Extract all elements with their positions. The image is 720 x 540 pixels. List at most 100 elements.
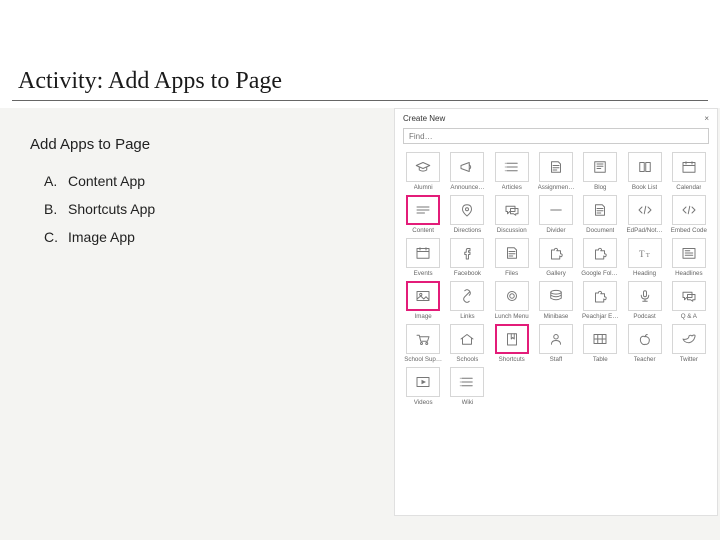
tile-label: Google Folder [581,270,619,277]
tile-label: Assignmen… [538,184,575,191]
tile-divider[interactable]: Divider [536,195,576,234]
code-icon [628,195,662,225]
tile-label: Image [415,313,432,320]
svg-text:T: T [639,249,645,259]
calendar-icon [406,238,440,268]
tile-embedcode[interactable]: Embed Code [669,195,709,234]
puzzle-icon [583,281,617,311]
tile-edpad[interactable]: EdPad/Not… [624,195,664,234]
person-icon [539,324,573,354]
tile-label: Blog [594,184,606,191]
tile-teacher[interactable]: Teacher [624,324,664,363]
tile-events[interactable]: Events [403,238,443,277]
tile-announce[interactable]: Announce… [447,152,487,191]
tile-label: Calendar [676,184,701,191]
activity-list-item: A.Content App [30,167,360,195]
chat-icon [495,195,529,225]
tile-label: Gallery [546,270,566,277]
tile-qa[interactable]: Q & A [669,281,709,320]
tile-shortcuts[interactable]: Shortcuts [492,324,532,363]
tile-videos[interactable]: Videos [403,367,443,406]
left-column: Add Apps to Page A.Content AppB.Shortcut… [30,136,360,251]
list-letter: A. [44,167,68,195]
tile-label: Schools [456,356,478,363]
tile-label: Files [505,270,518,277]
tile-articles[interactable]: Articles [492,152,532,191]
list-letter: C. [44,223,68,251]
tile-label: Peachjar E… [582,313,618,320]
cart-icon [406,324,440,354]
tile-calendar[interactable]: Calendar [669,152,709,191]
tile-directions[interactable]: Directions [447,195,487,234]
app-grid: Alumni Announce… Articles Assignmen… Blog Boo… [395,150,717,414]
tile-peachjar[interactable]: Peachjar E… [580,281,620,320]
lines-icon [406,195,440,225]
tile-image[interactable]: Image [403,281,443,320]
book-icon [628,152,662,182]
tile-booklist[interactable]: Book List [624,152,664,191]
close-icon[interactable]: × [704,114,709,123]
tile-label: EdPad/Not… [627,227,663,234]
tile-discussion[interactable]: Discussion [492,195,532,234]
tile-files[interactable]: Files [492,238,532,277]
tile-staff[interactable]: Staff [536,324,576,363]
puzzle-icon [539,238,573,268]
activity-list: A.Content AppB.Shortcuts AppC.Image App [30,167,360,251]
svg-text:T: T [645,252,650,259]
megaphone-icon [450,152,484,182]
slide-title: Activity: Add Apps to Page [18,68,282,95]
tile-label: Q & A [681,313,697,320]
tile-label: Staff [550,356,563,363]
calendar-icon [672,152,706,182]
tile-label: Book List [632,184,657,191]
tile-schools[interactable]: Schools [447,324,487,363]
tile-googlefold[interactable]: Google Folder [580,238,620,277]
tile-blog[interactable]: Blog [580,152,620,191]
tile-content[interactable]: Content [403,195,443,234]
tile-label: Heading [633,270,656,277]
tile-minibase[interactable]: Minibase [536,281,576,320]
bird-icon [672,324,706,354]
tile-heading[interactable]: TT Heading [624,238,664,277]
tile-schoolsup[interactable]: School Sup… [403,324,443,363]
tile-facebook[interactable]: Facebook [447,238,487,277]
tile-label: Headlines [675,270,703,277]
play-icon [406,367,440,397]
tile-label: Lunch Menu [495,313,529,320]
grad-icon [406,152,440,182]
tile-links[interactable]: Links [447,281,487,320]
tile-twitter[interactable]: Twitter [669,324,709,363]
tile-headlines[interactable]: Headlines [669,238,709,277]
doc-icon [495,238,529,268]
tile-label: Content [412,227,434,234]
tile-gallery[interactable]: Gallery [536,238,576,277]
search-input[interactable] [403,128,709,144]
tile-podcast[interactable]: Podcast [624,281,664,320]
tile-wiki[interactable]: Wiki [447,367,487,406]
apple-icon [628,324,662,354]
tile-document[interactable]: Document [580,195,620,234]
tile-label: Alumni [414,184,433,191]
tile-alumni[interactable]: Alumni [403,152,443,191]
tile-label: Announce… [450,184,484,191]
tt-icon: TT [628,238,662,268]
tile-lunchmenu[interactable]: Lunch Menu [492,281,532,320]
create-new-panel: Create New × AlumniAnnounce…ArticlesAssi… [394,108,718,516]
tile-assignmen[interactable]: Assignmen… [536,152,576,191]
list-letter: B. [44,195,68,223]
tile-label: Embed Code [671,227,707,234]
dash-icon [539,195,573,225]
tile-label: Links [460,313,474,320]
list-icon [450,367,484,397]
plate-icon [495,281,529,311]
pin-icon [450,195,484,225]
tile-label: Events [414,270,433,277]
activity-list-item: B.Shortcuts App [30,195,360,223]
tile-table[interactable]: Table [580,324,620,363]
house-icon [450,324,484,354]
list-text: Image App [68,223,135,251]
tile-label: Divider [546,227,565,234]
mic-icon [628,281,662,311]
tile-label: Wiki [462,399,474,406]
title-divider [12,100,708,101]
